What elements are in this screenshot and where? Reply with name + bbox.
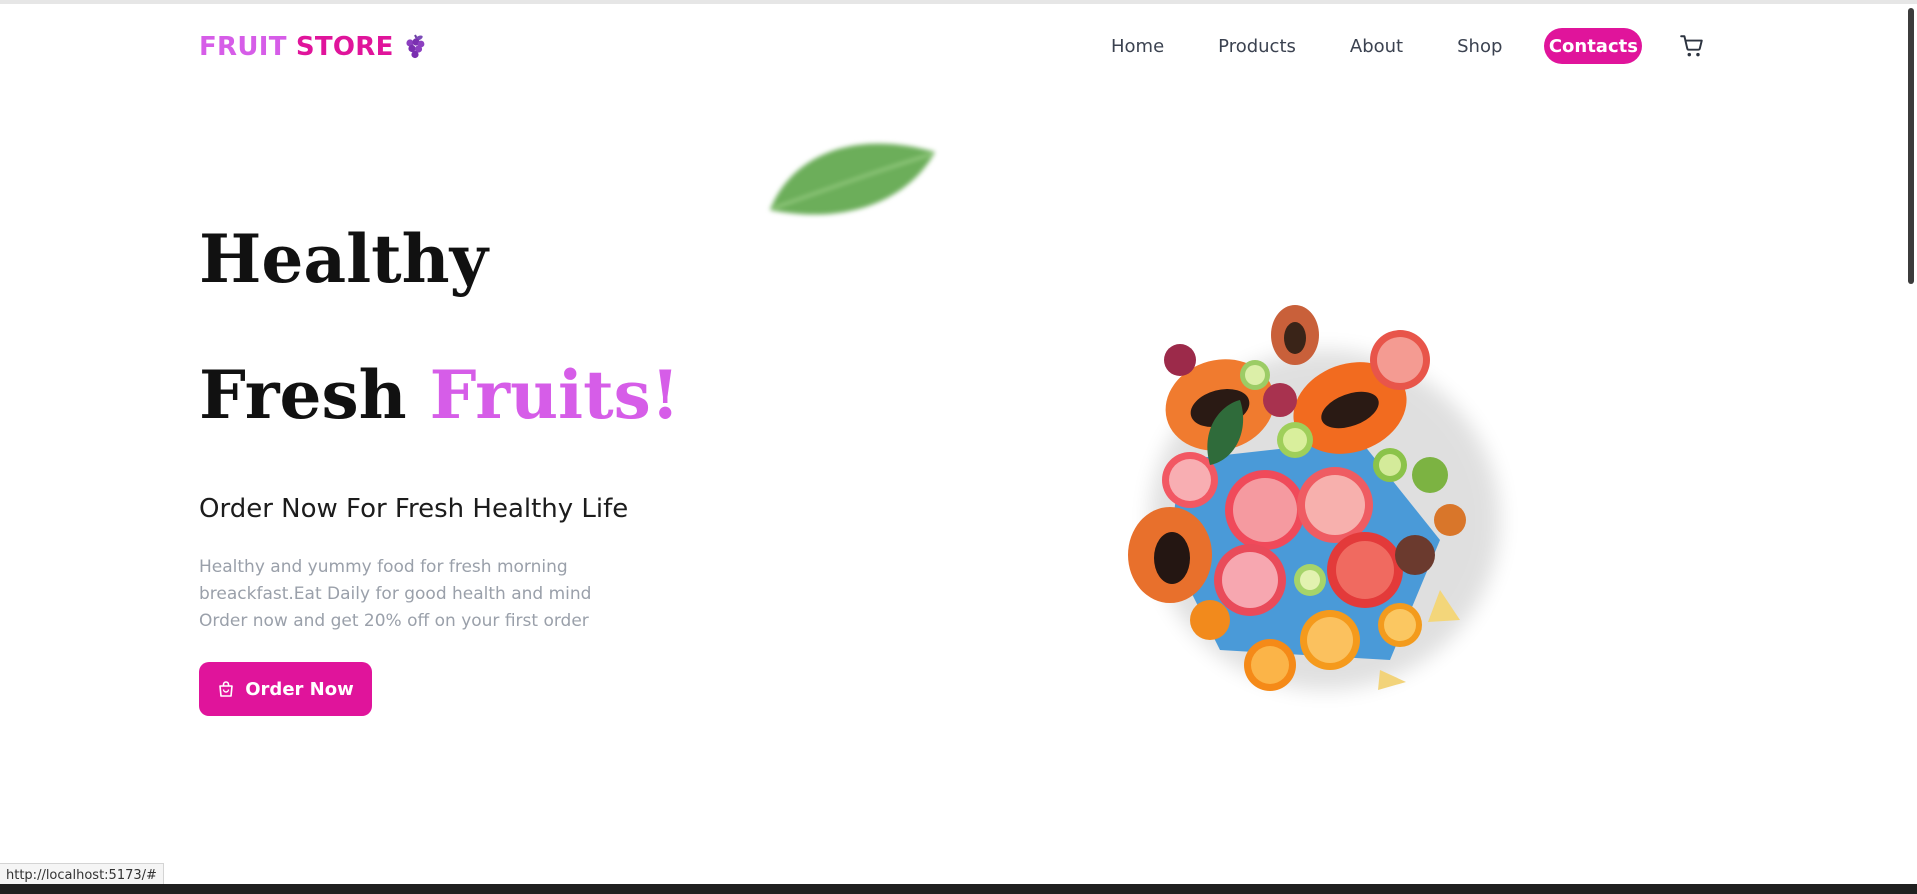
shopping-bag-icon — [219, 681, 234, 697]
hero-subheading: Order Now For Fresh Healthy Life — [199, 494, 629, 524]
nav-about[interactable]: About — [1350, 36, 1403, 57]
navbar: FRUIT STORE Home Products About Shop Con… — [0, 4, 1917, 88]
brand-logo[interactable]: FRUIT STORE — [199, 32, 426, 62]
order-now-button[interactable]: Order Now — [199, 662, 372, 716]
scrollbar-thumb[interactable] — [1908, 8, 1914, 284]
nav-shop[interactable]: Shop — [1457, 36, 1502, 57]
hero-title-plain: Fresh — [199, 356, 407, 434]
fruit-platter-image — [1128, 305, 1500, 691]
cart-button[interactable] — [1678, 32, 1706, 60]
contacts-button[interactable]: Contacts — [1544, 28, 1643, 64]
nav-products[interactable]: Products — [1218, 36, 1296, 57]
page-scrollbar[interactable] — [1903, 4, 1917, 884]
brand-word-fruit: FRUIT — [199, 32, 287, 62]
main-nav: Home Products About Shop Contacts — [1111, 26, 1706, 66]
hero-title-accent: Fruits! — [429, 356, 680, 434]
hero-title-line1: Healthy — [199, 220, 489, 298]
order-now-label: Order Now — [245, 678, 354, 700]
leaf-illustration — [770, 143, 935, 215]
nav-home[interactable]: Home — [1111, 36, 1164, 57]
cart-icon — [1680, 35, 1704, 57]
grape-icon — [406, 34, 425, 59]
os-taskbar-edge — [0, 884, 1917, 894]
hero-title-line2: Fresh Fruits! — [199, 362, 680, 428]
brand-word-store: STORE — [295, 32, 394, 62]
hero-description: Healthy and yummy food for fresh morning… — [199, 557, 592, 631]
